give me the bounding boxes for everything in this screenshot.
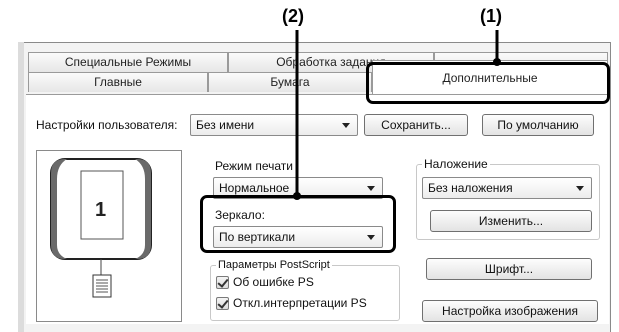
callout-leader-lines [293, 30, 501, 200]
